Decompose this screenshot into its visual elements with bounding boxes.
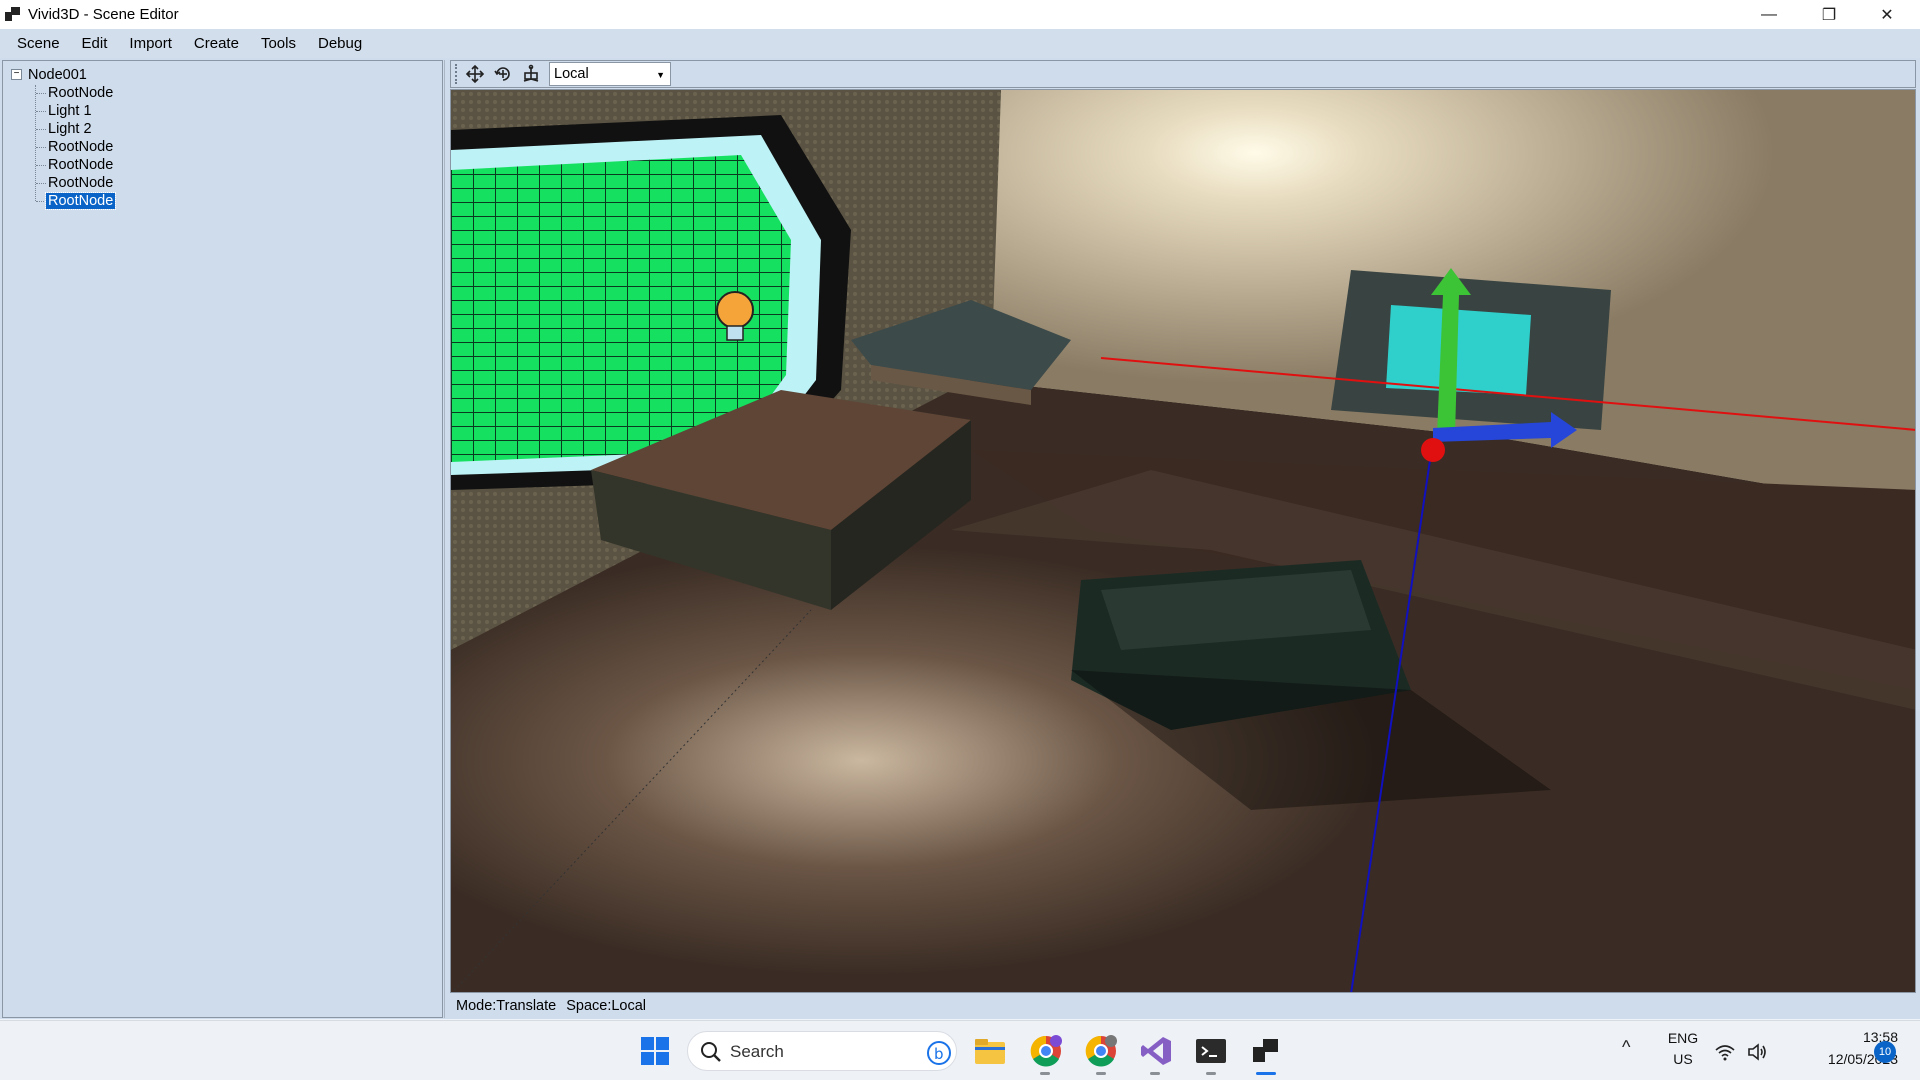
- taskbar-search[interactable]: Search b: [687, 1031, 957, 1071]
- volume-icon[interactable]: [1746, 1041, 1768, 1063]
- menu-import[interactable]: Import: [118, 29, 183, 58]
- tree-node-rootnode-1[interactable]: RootNode: [48, 83, 113, 103]
- viewport-toolbar: Local ▼: [450, 60, 1916, 88]
- terminal-icon[interactable]: [1193, 1033, 1229, 1069]
- vivid3d-app-icon[interactable]: [1248, 1033, 1284, 1069]
- tree-node-light-1[interactable]: Light 1: [48, 101, 92, 121]
- show-hidden-icons-chevron[interactable]: ^: [1622, 1037, 1630, 1058]
- taskbar: Search b ^ ENG US 13:58 12/05/2023 10: [0, 1020, 1920, 1080]
- restore-button[interactable]: ❐: [1800, 0, 1858, 29]
- tree-branch-line: [36, 147, 46, 148]
- svg-text:b: b: [934, 1045, 944, 1063]
- tree-branch-line: [36, 183, 46, 184]
- wifi-icon[interactable]: [1714, 1041, 1736, 1063]
- tree-node-rootnode-3[interactable]: RootNode: [48, 155, 113, 175]
- window-title: Vivid3D - Scene Editor: [28, 6, 179, 23]
- start-icon[interactable]: [637, 1033, 673, 1069]
- running-indicator: [1150, 1072, 1160, 1075]
- tree-node-root[interactable]: Node001: [28, 65, 87, 85]
- toolbar-grip[interactable]: [455, 64, 458, 84]
- title-bar: Vivid3D - Scene Editor — ❐ ✕: [0, 0, 1920, 29]
- app-window: Vivid3D - Scene Editor — ❐ ✕ Scene Edit …: [0, 0, 1920, 1019]
- tree-node-rootnode-4[interactable]: RootNode: [48, 173, 113, 193]
- tree-branch-line: [36, 93, 46, 94]
- scene-viewport[interactable]: [450, 89, 1916, 993]
- keyboard-layout[interactable]: US: [1666, 1051, 1700, 1067]
- search-label: Search: [730, 1042, 784, 1061]
- notification-badge[interactable]: 10: [1874, 1041, 1896, 1063]
- minimize-button[interactable]: —: [1740, 0, 1798, 29]
- status-mode: Mode:Translate: [456, 998, 557, 1014]
- tree-branch-line: [36, 165, 46, 166]
- tree-node-rootnode-5[interactable]: RootNode: [44, 191, 117, 211]
- menu-bar: Scene Edit Import Create Tools Debug: [0, 29, 1920, 58]
- close-button[interactable]: ✕: [1858, 0, 1916, 29]
- tree-branch-line: [36, 129, 46, 130]
- tree-node-label: RootNode: [48, 139, 114, 155]
- search-icon: [701, 1042, 721, 1062]
- tree-node-label: Light 2: [48, 121, 92, 137]
- tree-node-label: RootNode: [44, 192, 117, 210]
- active-indicator: [1256, 1072, 1276, 1075]
- tree-node-label: RootNode: [48, 175, 114, 191]
- file-explorer-icon[interactable]: [972, 1033, 1008, 1069]
- app-logo-icon: [5, 7, 21, 21]
- x-axis-handle: [1421, 438, 1445, 462]
- running-indicator: [1206, 1072, 1216, 1075]
- tree-node-label: RootNode: [48, 85, 114, 101]
- tree-node-light-2[interactable]: Light 2: [48, 119, 92, 139]
- tree-node-label: RootNode: [48, 157, 114, 173]
- translate-icon[interactable]: [461, 62, 489, 86]
- menu-debug[interactable]: Debug: [307, 29, 373, 58]
- visual-studio-icon[interactable]: [1138, 1033, 1174, 1069]
- language-indicator[interactable]: ENG: [1666, 1030, 1700, 1046]
- menu-edit[interactable]: Edit: [71, 29, 119, 58]
- menu-scene[interactable]: Scene: [6, 29, 71, 58]
- tree-node-rootnode-2[interactable]: RootNode: [48, 137, 113, 157]
- chevron-down-icon: ▼: [656, 70, 665, 80]
- tree-node-label: Node001: [28, 67, 87, 83]
- menu-create[interactable]: Create: [183, 29, 250, 58]
- space-dropdown-value: Local: [554, 66, 589, 82]
- bing-icon[interactable]: b: [926, 1040, 952, 1066]
- chrome-icon[interactable]: [1083, 1033, 1119, 1069]
- space-dropdown[interactable]: Local ▼: [549, 62, 671, 86]
- status-space: Space:Local: [566, 998, 647, 1014]
- tree-branch-line: [36, 201, 46, 202]
- chrome-profile-icon[interactable]: [1028, 1033, 1064, 1069]
- rotate-icon[interactable]: [489, 62, 517, 86]
- tree-branch-line: [36, 111, 46, 112]
- menu-tools[interactable]: Tools: [250, 29, 307, 58]
- scene-tree-panel: − Node001 RootNode Light 1 Light 2 RootN…: [2, 60, 443, 1018]
- status-bar: Mode:Translate Space:Local: [450, 994, 1916, 1018]
- tree-node-label: Light 1: [48, 103, 92, 119]
- scale-icon[interactable]: [517, 62, 545, 86]
- scene-render: [451, 90, 1915, 992]
- running-indicator: [1096, 1072, 1106, 1075]
- tree-collapse-toggle[interactable]: −: [11, 69, 22, 80]
- running-indicator: [1040, 1072, 1050, 1075]
